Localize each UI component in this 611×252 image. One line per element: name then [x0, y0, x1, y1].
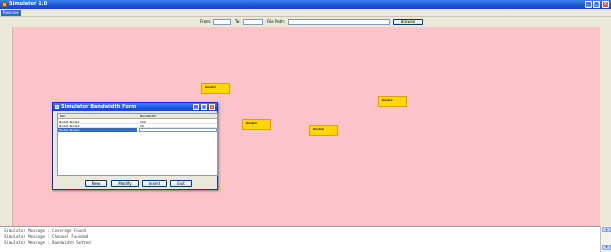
dialog-title: Simulator Bandwidth Form: [61, 104, 137, 110]
pair-cell: Node1-Node4: [58, 128, 137, 132]
browse-button[interactable]: Browse: [393, 19, 423, 25]
node-label: Node4: [246, 121, 257, 125]
menu-bar: Resolve: [0, 9, 611, 17]
column-header-pair[interactable]: Pair: [60, 114, 66, 119]
minimize-button[interactable]: _: [585, 1, 592, 8]
close-button[interactable]: ×: [602, 1, 609, 8]
dialog-minimize-button[interactable]: _: [193, 104, 199, 110]
to-input[interactable]: [243, 19, 263, 25]
to-label: To:: [235, 19, 241, 24]
filepath-label: File Path:: [267, 19, 286, 24]
table-row-selected[interactable]: Node1-Node4: [58, 128, 217, 132]
node-label: Node3: [205, 85, 216, 89]
bandwidth-dialog: Simulator Bandwidth Form _ □ × Pair Band…: [52, 102, 218, 190]
node-1[interactable]: Node1: [378, 96, 407, 107]
from-label: From:: [200, 19, 212, 24]
bandwidth-cell-editor[interactable]: [139, 128, 217, 132]
modify-button[interactable]: Modify: [111, 180, 139, 187]
log-line: Simulator Message : Bandwidth Setted: [4, 240, 91, 245]
table-header: Pair Bandwidth: [58, 114, 217, 119]
node-3[interactable]: Node3: [201, 83, 230, 94]
insert-button[interactable]: Insert: [142, 180, 167, 187]
dialog-icon: [55, 105, 59, 109]
dialog-title-bar[interactable]: Simulator Bandwidth Form _ □ ×: [53, 103, 217, 111]
node-label: Node1: [382, 98, 393, 102]
node-label: Node2: [313, 127, 324, 131]
from-input[interactable]: [213, 19, 231, 25]
column-header-bandwidth[interactable]: Bandwidth: [140, 114, 156, 119]
exit-button[interactable]: Exit: [170, 180, 192, 187]
dialog-maximize-button[interactable]: □: [201, 104, 207, 110]
new-button[interactable]: New: [85, 180, 107, 187]
menu-resolve[interactable]: Resolve: [1, 10, 21, 16]
maximize-button[interactable]: □: [593, 1, 600, 8]
log-line: Simulator Message : Channel Founded: [4, 234, 89, 239]
scroll-up-icon[interactable]: ▲: [602, 227, 611, 232]
app-icon: [2, 2, 7, 7]
filepath-input[interactable]: [288, 19, 390, 25]
window-title: Simulator 1.0: [9, 1, 48, 7]
message-scrollbar[interactable]: ▲ ▼: [600, 226, 611, 252]
scroll-down-icon[interactable]: ▼: [602, 245, 611, 250]
message-log: Simulator Message : Coverage Found Simul…: [0, 226, 600, 252]
node-4[interactable]: Node4: [242, 119, 271, 130]
title-bar: Simulator 1.0 _ □ ×: [0, 0, 611, 9]
dialog-close-button[interactable]: ×: [209, 104, 215, 110]
node-2[interactable]: Node2: [309, 125, 338, 136]
bandwidth-table: Pair Bandwidth Node1-Node2 100 Node1-Nod…: [57, 113, 218, 176]
toolbar: From: To: File Path: Browse: [0, 17, 611, 27]
log-line: Simulator Message : Coverage Found: [4, 228, 86, 233]
